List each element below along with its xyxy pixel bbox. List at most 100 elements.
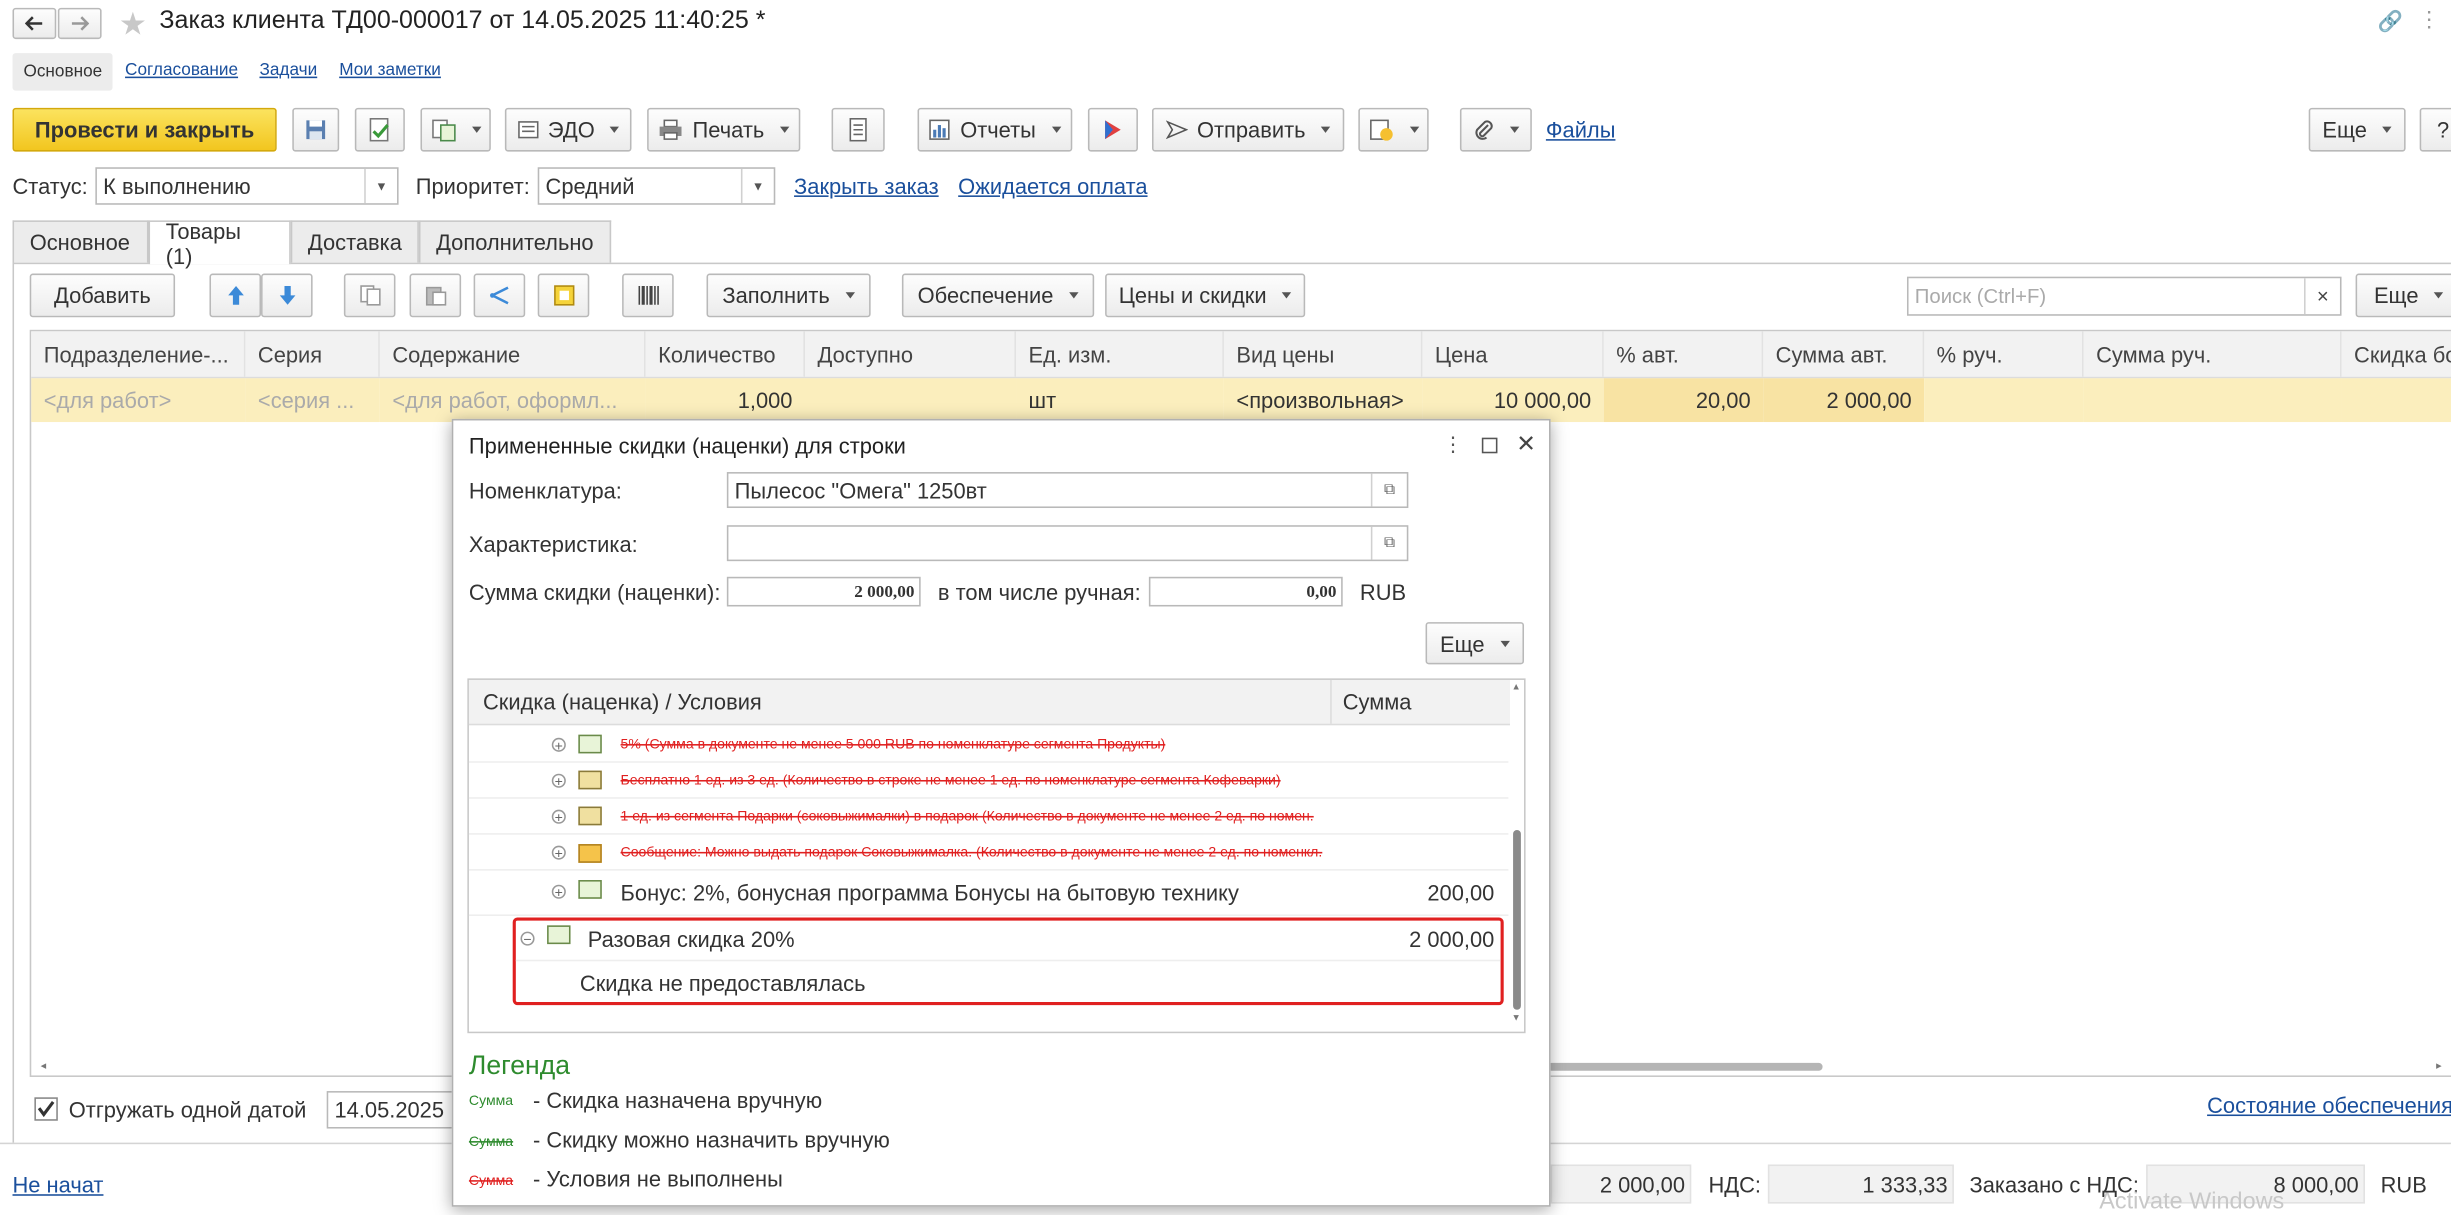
col-header[interactable]: Цена [1422, 331, 1604, 377]
table-cell[interactable]: 2 000,00 [1763, 378, 1925, 423]
pick-button[interactable] [537, 273, 590, 318]
table-cell[interactable] [2341, 378, 2451, 423]
tab-goods[interactable]: Товары (1) [148, 218, 291, 268]
nav-main[interactable]: Основное [12, 53, 114, 91]
status-select[interactable]: К выполнению ▼ [95, 167, 399, 205]
forward-button[interactable] [57, 7, 102, 40]
col-header[interactable]: Серия [245, 331, 380, 377]
scroll-up-icon[interactable]: ▲ [1512, 683, 1521, 692]
grid-scroll-thumb[interactable] [1513, 830, 1521, 1010]
table-cell[interactable]: <серия ... [245, 378, 380, 423]
clear-search-icon[interactable]: × [2304, 278, 2340, 315]
col-header[interactable]: Содержание [379, 331, 646, 377]
nomenclature-field[interactable]: Пылесос "Омега" 1250вт ⧉ [726, 472, 1409, 509]
tasks-button[interactable] [1358, 107, 1429, 152]
files-link[interactable]: Файлы [1546, 117, 1616, 142]
grid-row[interactable]: + 1 ед. из сегмента Подарки (соковыжимал… [468, 799, 1509, 835]
ship-date-input[interactable]: 14.05.2025 [326, 1091, 458, 1129]
col-header[interactable]: % руч. [1924, 331, 2084, 377]
structure-button[interactable] [831, 107, 885, 152]
expand-icon[interactable]: + [551, 809, 566, 825]
create-based-on-button[interactable] [420, 107, 491, 152]
not-started-link[interactable]: Не начат [13, 1172, 104, 1197]
table-cell[interactable] [1924, 378, 2084, 423]
copy-button[interactable] [343, 273, 396, 318]
grid-col-sum[interactable]: Сумма [1343, 689, 1412, 714]
nav-notes[interactable]: Мои заметки [339, 61, 441, 80]
col-header[interactable]: Подразделение-... [31, 331, 246, 377]
post-button[interactable] [354, 107, 405, 152]
add-button[interactable]: Добавить [29, 273, 176, 318]
maximize-icon[interactable] [1481, 437, 1498, 454]
open-icon[interactable]: ⧉ [1370, 526, 1407, 560]
supply-button[interactable]: Обеспечение [901, 273, 1095, 318]
table-cell[interactable]: <для работ, оформл... [379, 378, 646, 423]
post-and-close-button[interactable]: Провести и закрыть [12, 107, 277, 152]
favorite-star-icon[interactable]: ★ [119, 5, 147, 44]
more-vertical-icon[interactable]: ⋮ [2418, 6, 2440, 33]
back-button[interactable] [12, 7, 57, 40]
goods-more-button[interactable]: Еще [2355, 273, 2451, 318]
grid-row[interactable]: − Разовая скидка 20% 2 000,00 [515, 921, 1501, 962]
barcode-button[interactable] [622, 273, 674, 318]
collapse-icon[interactable]: − [520, 931, 535, 946]
awaiting-payment-link[interactable]: Ожидается оплата [958, 174, 1147, 199]
grid-row[interactable]: + Бесплатно 1 ед. из 3 ед. (Количество в… [468, 763, 1509, 799]
col-header[interactable]: Сумма авт. [1763, 331, 1925, 377]
send-button[interactable]: Отправить [1152, 107, 1345, 152]
col-header[interactable]: Доступно [804, 331, 1017, 377]
scroll-down-icon[interactable]: ▼ [1512, 1014, 1521, 1023]
move-up-button[interactable] [209, 273, 262, 318]
open-icon[interactable]: ⧉ [1370, 473, 1407, 507]
grid-row[interactable]: + Бонус: 2%, бонусная программа Бонусы н… [468, 871, 1509, 916]
close-order-link[interactable]: Закрыть заказ [794, 174, 939, 199]
characteristic-field[interactable]: ⧉ [726, 525, 1409, 562]
grid-row[interactable]: Скидка не предоставлялась [516, 961, 1501, 1002]
dialog-menu-icon[interactable]: ⋮ [1443, 433, 1463, 458]
link-icon[interactable]: 🔗 [2377, 9, 2402, 34]
col-header[interactable]: % авт. [1603, 331, 1764, 377]
search-input[interactable]: Поиск (Ctrl+F) × [1906, 276, 2342, 316]
nav-approval[interactable]: Согласование [125, 61, 238, 80]
expand-icon[interactable]: + [551, 773, 566, 789]
edo-button[interactable]: ЭДО [504, 107, 632, 152]
fill-button[interactable]: Заполнить [706, 273, 871, 318]
table-cell[interactable]: шт [1016, 378, 1224, 423]
expand-icon[interactable]: + [551, 884, 566, 900]
scroll-left-icon[interactable]: ◂ [41, 1060, 46, 1072]
save-button[interactable] [292, 107, 340, 152]
grid-row[interactable]: + Сообщение: Можно выдать подарок Соковы… [468, 835, 1509, 871]
tab-main[interactable]: Основное [12, 220, 149, 263]
table-cell[interactable]: 20,00 [1603, 378, 1764, 423]
grid-scrollbar[interactable]: ▲ ▼ [1508, 680, 1524, 1032]
dispatch-button[interactable] [1087, 107, 1138, 152]
print-button[interactable]: Печать [647, 107, 801, 152]
grid-row[interactable]: + 5% (Сумма в документе не менее 5 000 R… [468, 727, 1509, 763]
grid-col-discount[interactable]: Скидка (наценка) / Условия [483, 689, 762, 714]
split-button[interactable] [473, 273, 526, 318]
prices-discounts-button[interactable]: Цены и скидки [1105, 273, 1306, 318]
table-cell[interactable]: <произвольная> [1223, 378, 1423, 423]
tab-delivery[interactable]: Доставка [290, 220, 419, 263]
table-cell[interactable] [2083, 378, 2342, 423]
scroll-thumb[interactable] [1547, 1062, 1823, 1071]
attach-button[interactable] [1459, 107, 1532, 152]
reports-button[interactable]: Отчеты [917, 107, 1073, 152]
expand-icon[interactable]: + [551, 845, 566, 860]
tab-additional[interactable]: Дополнительно [418, 220, 612, 263]
table-cell[interactable]: <для работ> [31, 378, 246, 423]
col-header[interactable]: Вид цены [1223, 331, 1423, 377]
close-icon[interactable]: ✕ [1516, 430, 1536, 458]
dialog-more-button[interactable]: Еще [1425, 622, 1525, 665]
nav-tasks[interactable]: Задачи [259, 61, 317, 80]
move-down-button[interactable] [261, 273, 313, 318]
paste-button[interactable] [409, 273, 462, 318]
col-header[interactable]: Количество [645, 331, 805, 377]
supply-status-link[interactable]: Состояние обеспечения [2207, 1093, 2451, 1118]
help-button[interactable]: ? [2419, 107, 2451, 152]
priority-select[interactable]: Средний ▼ [537, 167, 776, 205]
table-cell[interactable]: 1,000 [645, 378, 805, 423]
col-header[interactable]: Сумма руч. [2083, 331, 2342, 377]
table-cell[interactable] [804, 378, 1017, 423]
col-header[interactable]: Скидка бо [2341, 331, 2451, 377]
